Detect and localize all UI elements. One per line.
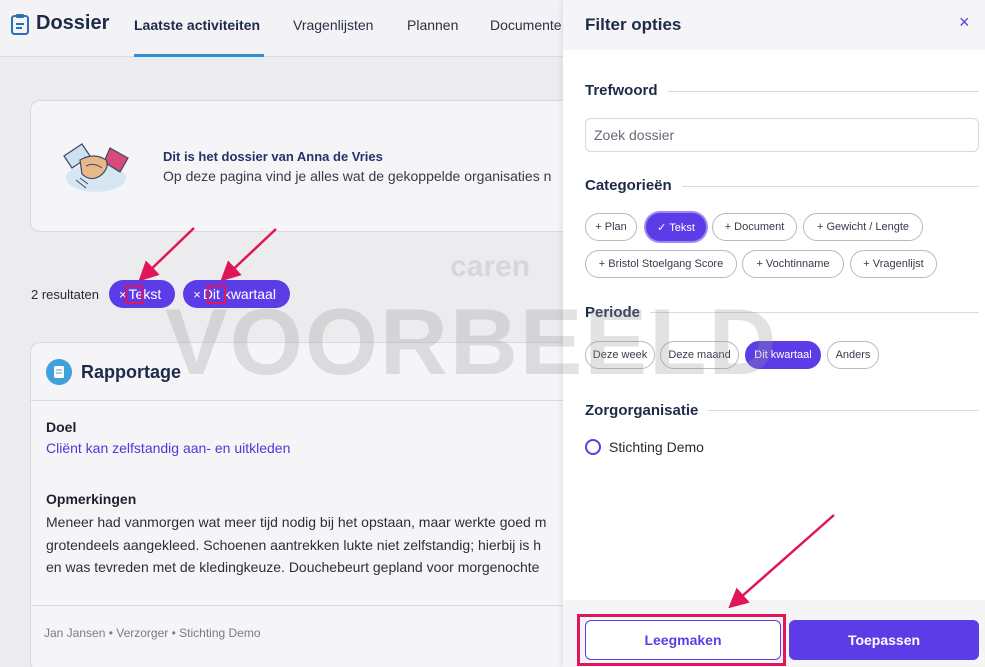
category-gewicht-lengte[interactable]: + Gewicht / Lengte xyxy=(803,213,923,241)
organisation-label: Stichting Demo xyxy=(609,439,704,455)
period-deze-maand[interactable]: Deze maand xyxy=(660,341,739,369)
tab-plans[interactable]: Plannen xyxy=(407,17,458,33)
annotation-arrow xyxy=(220,228,277,282)
handshake-illustration xyxy=(63,143,129,192)
brand: Dossier xyxy=(10,12,109,35)
filter-chip-dit-kwartaal[interactable]: × Dit kwartaal xyxy=(183,280,290,308)
remarks-text-line: en was tevreden met de kledingkeuze. Dou… xyxy=(46,559,540,575)
filter-panel: Filter opties × Trefwoord Categorieën + … xyxy=(563,0,985,667)
category-document[interactable]: + Document xyxy=(712,213,797,241)
category-plan[interactable]: + Plan xyxy=(585,213,637,241)
category-vragenlijst[interactable]: + Vragenlijst xyxy=(850,250,937,278)
category-tekst[interactable]: ✓ Tekst xyxy=(646,213,706,241)
period-dit-kwartaal[interactable]: Dit kwartaal xyxy=(745,341,821,369)
document-icon xyxy=(46,359,72,385)
category-vochtinname[interactable]: + Vochtinname xyxy=(742,250,844,278)
active-tab-indicator xyxy=(134,54,264,57)
dossier-description: Op deze pagina vind je alles wat de geko… xyxy=(163,168,552,184)
annotation-highlight xyxy=(207,285,226,304)
close-icon[interactable]: × xyxy=(959,12,970,33)
keyword-section-title: Trefwoord xyxy=(585,82,668,99)
chip-remove-icon[interactable]: × xyxy=(193,287,201,302)
report-author-meta: Jan Jansen • Verzorger • Stichting Demo xyxy=(44,626,261,640)
divider xyxy=(31,400,589,401)
radio-button[interactable] xyxy=(585,439,601,455)
tab-questionnaires[interactable]: Vragenlijsten xyxy=(293,17,373,33)
tab-documents[interactable]: Documente xyxy=(490,17,562,33)
annotation-highlight xyxy=(577,614,786,666)
annotation-highlight xyxy=(125,285,143,304)
organisation-option[interactable]: Stichting Demo xyxy=(585,439,704,455)
period-anders[interactable]: Anders xyxy=(827,341,879,369)
remarks-label: Opmerkingen xyxy=(46,491,137,507)
period-section-title: Periode xyxy=(585,304,651,321)
period-deze-week[interactable]: Deze week xyxy=(585,341,655,369)
goal-label: Doel xyxy=(46,419,77,435)
results-count: 2 resultaten xyxy=(31,286,99,302)
remarks-text-line: Meneer had vanmorgen wat meer tijd nodig… xyxy=(46,514,547,530)
page-title: Dossier xyxy=(36,12,110,34)
apply-button[interactable]: Toepassen xyxy=(789,620,979,660)
annotation-arrow xyxy=(138,227,195,282)
panel-title: Filter opties xyxy=(585,15,682,34)
report-title: Rapportage xyxy=(81,362,182,382)
divider xyxy=(31,605,589,606)
remarks-text-line: grotendeels aangekleed. Schoenen aantrek… xyxy=(46,537,541,553)
organisation-section-title: Zorgorganisatie xyxy=(585,402,709,419)
tab-latest-activities[interactable]: Laatste activiteiten xyxy=(134,17,260,33)
dossier-title: Dit is het dossier van Anna de Vries xyxy=(163,149,383,164)
watermark-logo: caren xyxy=(450,250,531,283)
categories-section-title: Categorieën xyxy=(585,177,682,194)
search-input[interactable] xyxy=(585,118,979,152)
clipboard-icon xyxy=(11,13,29,35)
goal-link[interactable]: Cliënt kan zelfstandig aan- en uitkleden xyxy=(46,440,290,456)
category-bristol[interactable]: + Bristol Stoelgang Score xyxy=(585,250,737,278)
active-filters: 2 resultaten × Tekst × Dit kwartaal xyxy=(31,280,290,308)
